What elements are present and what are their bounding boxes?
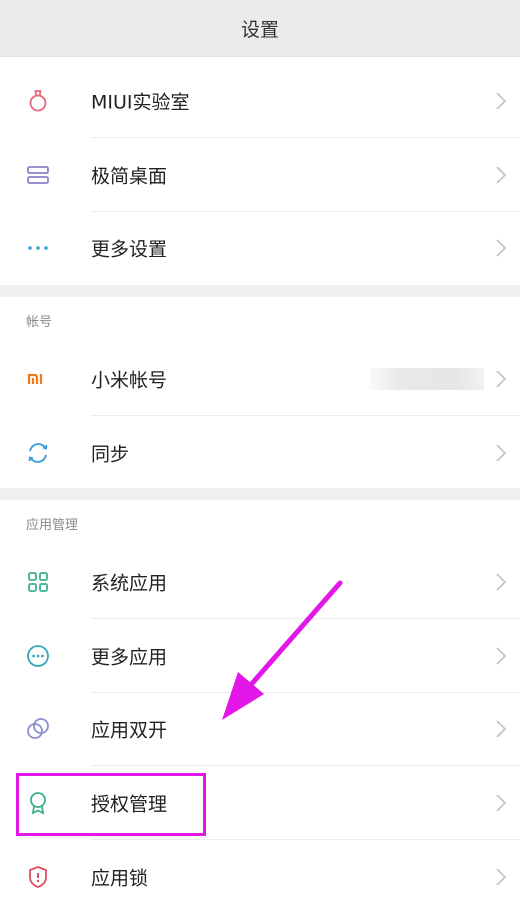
shield-icon: [24, 863, 52, 891]
chevron-right-icon: [496, 92, 507, 110]
group-separator: [0, 285, 520, 297]
row-label: 同步: [91, 443, 130, 466]
section-label-apps: 应用管理: [26, 518, 79, 533]
layout-icon: [24, 161, 52, 189]
dual-circle-icon: [24, 715, 52, 743]
row-miui-lab[interactable]: MIUI实验室: [0, 64, 520, 138]
chevron-right-icon: [496, 573, 507, 591]
highlight-box: [16, 773, 206, 836]
row-label: 更多应用: [91, 646, 168, 669]
row-more-settings[interactable]: 更多设置: [0, 211, 520, 285]
flask-icon: [24, 87, 52, 115]
row-label: 更多设置: [91, 238, 168, 261]
account-value-blurred: [370, 368, 484, 390]
more-circle-icon: [24, 642, 52, 670]
row-label: 应用锁: [91, 867, 149, 890]
chevron-right-icon: [496, 720, 507, 738]
chevron-right-icon: [496, 647, 507, 665]
chevron-right-icon: [496, 444, 507, 462]
row-label: MIUI实验室: [91, 91, 190, 114]
group-separator: [0, 488, 520, 500]
row-system-apps[interactable]: 系统应用: [0, 545, 520, 619]
row-label: 系统应用: [91, 572, 168, 595]
row-label: 小米帐号: [91, 369, 168, 392]
row-mi-account[interactable]: 小米帐号: [0, 342, 520, 416]
row-label: 极简桌面: [91, 165, 168, 188]
chevron-right-icon: [496, 868, 507, 886]
chevron-right-icon: [496, 166, 507, 184]
grid-icon: [24, 568, 52, 596]
chevron-right-icon: [496, 794, 507, 812]
chevron-right-icon: [496, 370, 507, 388]
row-dual-apps[interactable]: 应用双开: [0, 692, 520, 766]
section-label-account: 帐号: [26, 315, 53, 330]
chevron-right-icon: [496, 239, 507, 257]
row-sync[interactable]: 同步: [0, 416, 520, 490]
more-dots-icon: [24, 234, 52, 262]
row-more-apps[interactable]: 更多应用: [0, 619, 520, 693]
mi-logo-icon: [24, 365, 52, 393]
header-bar: 设置: [0, 0, 520, 57]
sync-icon: [24, 439, 52, 467]
row-simple-desktop[interactable]: 极简桌面: [0, 138, 520, 212]
page-title: 设置: [240, 18, 279, 41]
row-label: 应用双开: [91, 719, 168, 742]
row-app-lock[interactable]: 应用锁: [0, 840, 520, 914]
